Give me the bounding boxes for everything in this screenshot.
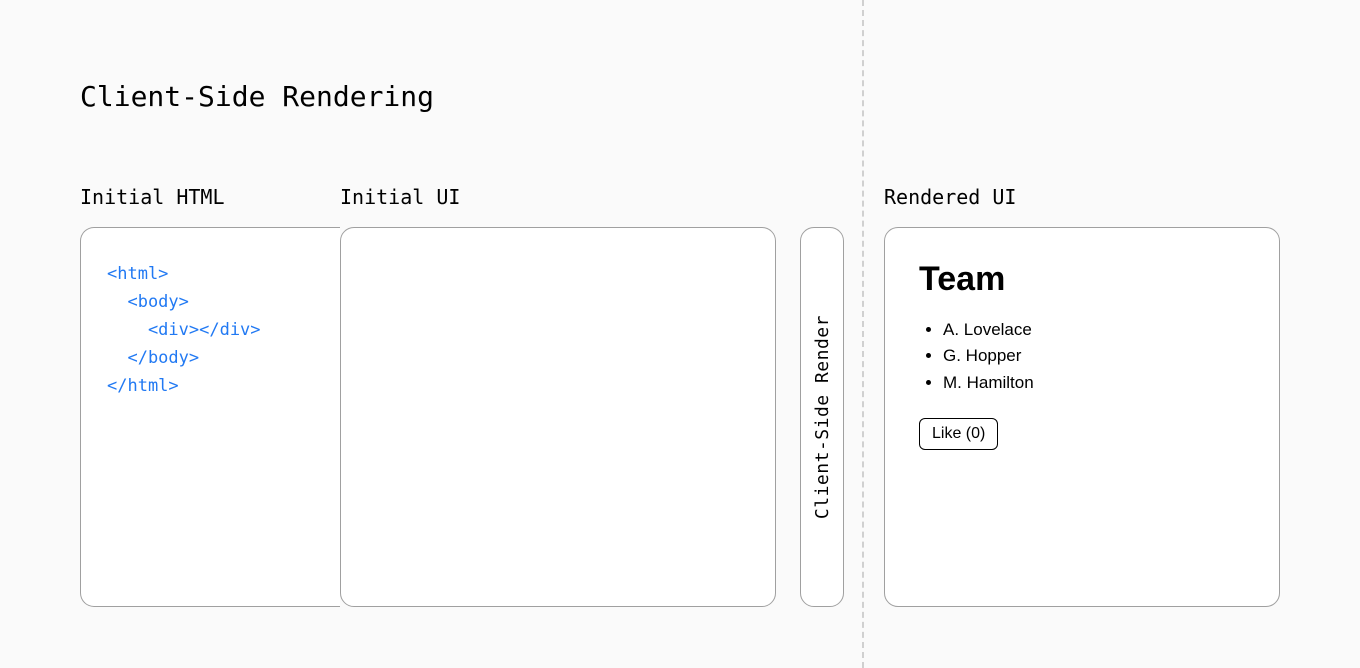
initial-html-column: Initial HTML <html> <body> <div></div> <… — [80, 185, 340, 607]
code-line: </body> — [107, 344, 314, 372]
list-item: G. Hopper — [943, 343, 1245, 369]
rendered-heading: Team — [919, 260, 1245, 299]
rendered-ui-label: Rendered UI — [884, 185, 1280, 209]
like-button[interactable]: Like (0) — [919, 418, 998, 450]
code-line: <html> — [107, 260, 314, 288]
columns-row: Initial HTML <html> <body> <div></div> <… — [80, 185, 1280, 607]
code-line: <body> — [107, 288, 314, 316]
diagram-title: Client-Side Rendering — [80, 80, 1280, 113]
initial-html-panel: <html> <body> <div></div> </body> </html… — [80, 227, 340, 607]
code-line: <div></div> — [107, 316, 314, 344]
initial-ui-column: Initial UI — [340, 185, 776, 607]
list-item: A. Lovelace — [943, 317, 1245, 343]
render-step-pill: Client-Side Render — [800, 227, 844, 607]
initial-html-label: Initial HTML — [80, 185, 340, 209]
initial-html-code: <html> <body> <div></div> </body> </html… — [107, 260, 314, 400]
rendered-ui-column: Rendered UI Team A. Lovelace G. Hopper M… — [884, 185, 1280, 607]
rendered-ui-panel: Team A. Lovelace G. Hopper M. Hamilton L… — [884, 227, 1280, 607]
code-line: </html> — [107, 372, 314, 400]
initial-ui-panel — [340, 227, 776, 607]
initial-ui-label: Initial UI — [340, 185, 776, 209]
list-item: M. Hamilton — [943, 370, 1245, 396]
team-list: A. Lovelace G. Hopper M. Hamilton — [919, 317, 1245, 396]
render-step-label: Client-Side Render — [812, 315, 833, 519]
